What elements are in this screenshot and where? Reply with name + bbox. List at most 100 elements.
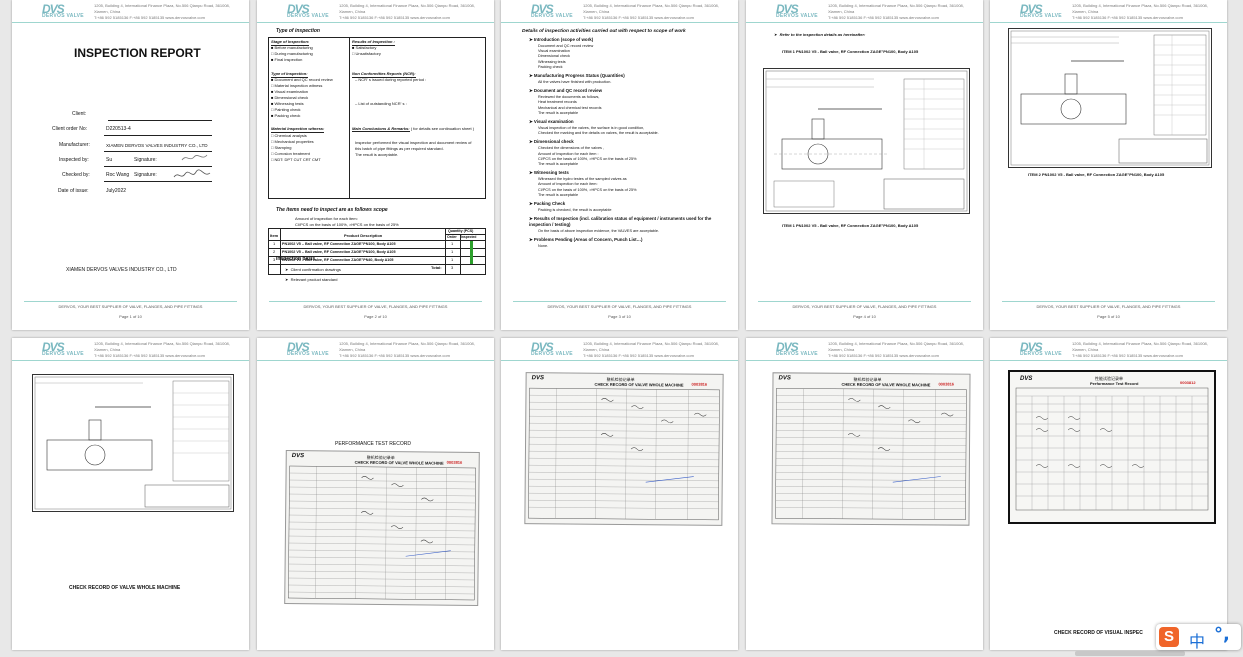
header-address: 1205, Building 4, International Finance … bbox=[583, 341, 719, 358]
section-line: Packing check bbox=[538, 64, 563, 69]
form-grid bbox=[775, 388, 967, 520]
section-title: PERFORMANCE TEST RECORD bbox=[335, 441, 411, 447]
scanned-form: DVS 整机检验记录单 CHECK RECORD OF VALVE WHOLE … bbox=[284, 449, 480, 607]
header-address: 1205, Building 4, International Finance … bbox=[828, 3, 964, 20]
drawing-lines bbox=[34, 376, 232, 510]
logo-subtitle: DERVOS VALVE bbox=[287, 351, 329, 357]
field-label-signature-2: Signature: bbox=[134, 172, 157, 178]
field-value-order: D220513-4 bbox=[106, 126, 131, 132]
page-9[interactable]: DVS DERVOS VALVE 1205, Building 4, Inter… bbox=[746, 338, 983, 650]
page-5[interactable]: DVS DERVOS VALVE 1205, Building 4, Inter… bbox=[990, 0, 1227, 330]
row-desc: PN1002 V5 – Ball valve, RF Connection ZA… bbox=[282, 242, 396, 246]
field-value-date: July2022 bbox=[106, 188, 127, 194]
company-name: XIAMEN DERVOS VALVES INDUSTRY CO., LTD bbox=[66, 267, 177, 273]
page-footer: DERVOS, YOUR BEST SUPPLIER OF VALVE, FLA… bbox=[1002, 301, 1215, 319]
page-header: DVS DERVOS VALVE 1205, Building 4, Inter… bbox=[990, 338, 1227, 361]
table-total-value: 3 bbox=[451, 265, 454, 270]
scanned-form-frame: DVS 性能试验记录单 Performance Test Record 0003… bbox=[1008, 370, 1216, 524]
drawing-caption: ITEM 1 PN1002 V5 - Ball valve, RF Connec… bbox=[782, 223, 919, 228]
logo-subtitle: DERVOS VALVE bbox=[1020, 13, 1062, 19]
field-label-date: Date of issue: bbox=[58, 188, 89, 194]
logo-subtitle: DERVOS VALVE bbox=[531, 13, 573, 19]
header-address: 1205, Building 4, International Finance … bbox=[583, 3, 719, 20]
type2-item: ■ Packing check bbox=[271, 113, 301, 118]
row-order: 1 bbox=[451, 257, 454, 262]
section-title: CHECK RECORD OF VALVE WHOLE MACHINE bbox=[69, 585, 181, 591]
row-desc: PN1002 V5 – Ball valve, RF Connection ZA… bbox=[282, 250, 396, 254]
page-header: DVS DERVOS VALVE 1205, Building 4, Inter… bbox=[501, 0, 738, 23]
refer-line: ➤ Refer to the inspection details as her… bbox=[774, 32, 866, 37]
form-grid bbox=[288, 465, 476, 601]
field-value-checked: Roc Wang bbox=[106, 172, 130, 178]
header-address: 1205, Building 4, International Finance … bbox=[1072, 3, 1208, 20]
page-6[interactable]: DVS DERVOS VALVE 1205, Building 4, Inter… bbox=[12, 338, 249, 650]
inspected-progress-bar bbox=[470, 241, 473, 264]
page-header: DVS DERVOS VALVE 1205, Building 4, Inter… bbox=[501, 338, 738, 361]
section-line: All the valves have finished with produc… bbox=[538, 80, 612, 84]
page-7[interactable]: DVS DERVOS VALVE 1205, Building 4, Inter… bbox=[257, 338, 494, 650]
header-address: 1205, Building 4, International Finance … bbox=[1072, 341, 1208, 358]
section-line: None. bbox=[538, 244, 549, 249]
section-title: CHECK RECORD OF VISUAL INSPEC bbox=[1054, 630, 1143, 636]
page-2[interactable]: DVS DERVOS VALVE 1205, Building 4, Inter… bbox=[257, 0, 494, 330]
page-footer: DERVOS, YOUR BEST SUPPLIER OF VALVE, FLA… bbox=[269, 301, 482, 319]
section-heading: ➤ Problems Pending (Areas of Concern, Pu… bbox=[529, 237, 643, 243]
signature-roc-wang bbox=[173, 169, 211, 178]
section-line: Checked the marking and the details on v… bbox=[538, 131, 659, 136]
page-header: DVS DERVOS VALVE 1205, Building 4, Inter… bbox=[746, 338, 983, 361]
page-8[interactable]: DVS DERVOS VALVE 1205, Building 4, Inter… bbox=[501, 338, 738, 650]
field-value-inspected: Su bbox=[106, 157, 113, 163]
item-line: ITEM 1 PN1002 V5 - Ball valve, RF Connec… bbox=[782, 49, 919, 54]
field-value-manufacturer: XIAMEN DERVOS VALVES INDUSTRY CO., LTD bbox=[106, 143, 208, 148]
section-line: The result is acceptable bbox=[538, 162, 579, 166]
section-line: On the basis of above inspection evidenc… bbox=[538, 229, 660, 234]
page-footer: DERVOS, YOUR BEST SUPPLIER OF VALVE, FLA… bbox=[513, 301, 726, 319]
details-title: Details of inspection activities carried… bbox=[522, 29, 686, 34]
horizontal-scrollbar[interactable] bbox=[1075, 651, 1185, 656]
conclusion-line: The result is acceptable. bbox=[355, 152, 399, 157]
field-label-client: Client: bbox=[72, 111, 87, 117]
technical-drawing bbox=[32, 374, 234, 512]
header-address: 1205, Building 4, International Finance … bbox=[339, 341, 475, 358]
sogou-logo-icon[interactable]: S bbox=[1159, 627, 1179, 647]
report-title: INSPECTION REPORT bbox=[74, 46, 201, 60]
section-line: Packing is checked, the result is accept… bbox=[538, 208, 612, 212]
table-header-order: Order bbox=[447, 235, 457, 239]
section-heading: ➤ Results of Inspection (incl. calibrati… bbox=[529, 216, 712, 228]
row-item: 3 bbox=[273, 257, 276, 262]
stage-item: ■ Final inspection bbox=[271, 57, 303, 62]
ncr-line-1: – NCR' s issued during reported period : bbox=[355, 77, 427, 82]
page-header: DVS DERVOS VALVE 1205, Building 4, Inter… bbox=[257, 338, 494, 361]
section-line: The result is acceptable bbox=[538, 192, 579, 197]
form-grid bbox=[1015, 387, 1209, 511]
technical-drawing bbox=[1008, 28, 1212, 168]
material-item: □ NDT: DPT CUT CRT CMT bbox=[271, 157, 321, 162]
type-of-inspection-title: Type of inspection bbox=[276, 28, 320, 34]
page-header: DVS DERVOS VALVE 1205, Building 4, Inter… bbox=[12, 0, 249, 23]
conclusion-title: Main Conclusions & Remarks: ( for detail… bbox=[352, 126, 475, 132]
header-address: 1205, Building 4, International Finance … bbox=[94, 3, 230, 20]
ime-language-toggle[interactable]: 中 bbox=[1189, 628, 1205, 652]
field-label-checked: Checked by: bbox=[62, 172, 90, 178]
page-header: DVS DERVOS VALVE 1205, Building 4, Inter… bbox=[12, 338, 249, 361]
page-10[interactable]: DVS DERVOS VALVE 1205, Building 4, Inter… bbox=[990, 338, 1227, 650]
logo-subtitle: DERVOS VALVE bbox=[531, 351, 573, 357]
table-header-desc: Product Description bbox=[344, 233, 383, 238]
page-3[interactable]: DVS DERVOS VALVE 1205, Building 4, Inter… bbox=[501, 0, 738, 330]
page-footer: DERVOS, YOUR BEST SUPPLIER OF VALVE, FLA… bbox=[758, 301, 971, 319]
page-1[interactable]: DVS DERVOS VALVE 1205, Building 4, Inter… bbox=[12, 0, 249, 330]
field-label-signature-1: Signature: bbox=[134, 157, 157, 163]
scanned-form: DVS 整机检验记录单 CHECK RECORD OF VALVE WHOLE … bbox=[524, 372, 724, 526]
row-item: 1 bbox=[273, 241, 276, 246]
basis-item: ➤ Relevant product standard bbox=[285, 277, 338, 282]
technical-drawing bbox=[763, 68, 970, 214]
ime-punctuation-toggle[interactable]: °, bbox=[1214, 624, 1230, 645]
field-label-inspected: Inspected by: bbox=[59, 157, 89, 163]
page-4[interactable]: DVS DERVOS VALVE 1205, Building 4, Inter… bbox=[746, 0, 983, 330]
ime-toolbar[interactable]: S 中 °, bbox=[1156, 624, 1241, 652]
basis-title: Inspection basis bbox=[276, 256, 316, 262]
ncr-line-2: – List of outstanding NCR' s : bbox=[355, 101, 407, 106]
page-header: DVS DERVOS VALVE 1205, Building 4, Inter… bbox=[257, 0, 494, 23]
logo-subtitle: DERVOS VALVE bbox=[287, 13, 329, 19]
row-item: 2 bbox=[273, 249, 276, 254]
